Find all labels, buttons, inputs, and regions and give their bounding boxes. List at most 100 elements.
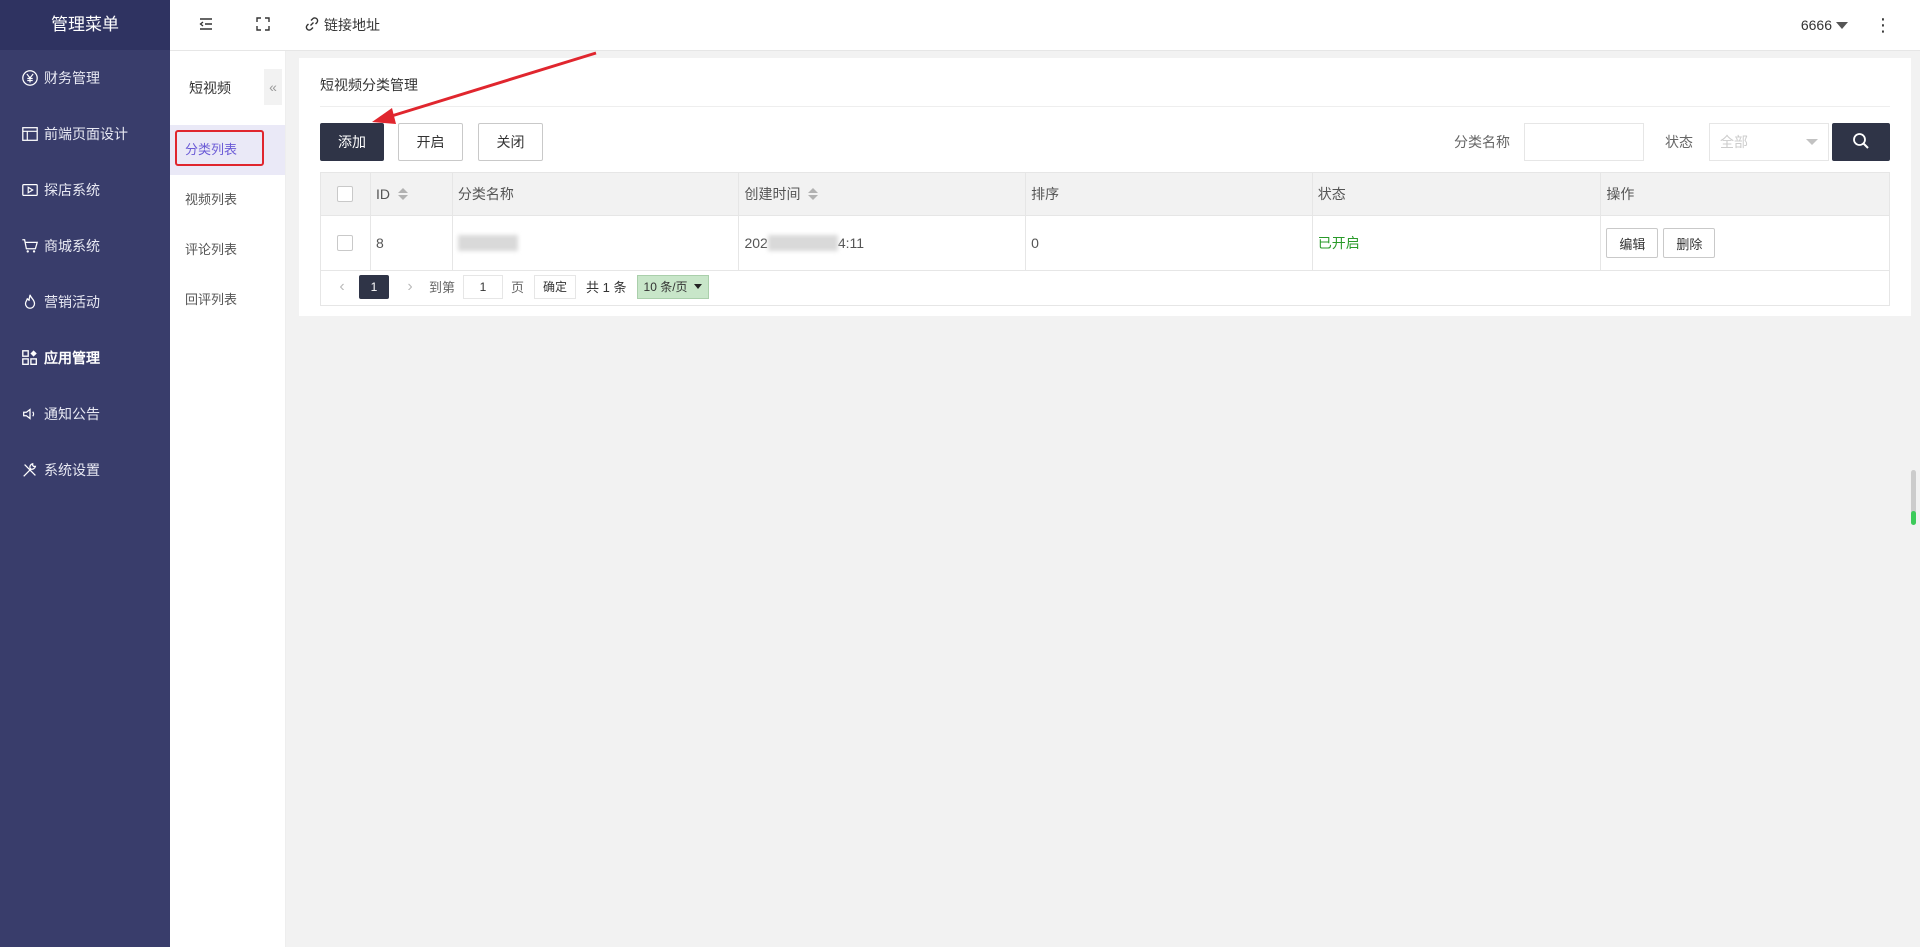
select-all-checkbox[interactable] <box>337 186 354 202</box>
main-sidebar: 管理菜单 财务管理 前端页面设计 探店系统 商城系统 营销活动 应用管理 通知公… <box>0 0 170 947</box>
user-menu[interactable]: 6666 <box>1801 17 1848 33</box>
subnav-item-category-list[interactable]: 分类列表 <box>170 125 285 175</box>
link-address-button[interactable]: 链接地址 <box>304 0 380 50</box>
status-select[interactable]: 全部 <box>1709 123 1829 161</box>
double-chevron-left-icon: « <box>269 79 277 95</box>
category-name-input[interactable] <box>1524 123 1644 161</box>
redacted-text <box>457 235 518 251</box>
cell-time-prefix: 202 <box>744 235 768 251</box>
page-label: 页 <box>511 280 525 295</box>
disable-button[interactable]: 关闭 <box>478 123 543 161</box>
sidebar-item-system-settings[interactable]: 系统设置 <box>0 442 170 498</box>
sidebar-title: 管理菜单 <box>0 0 170 50</box>
delete-button[interactable]: 删除 <box>1663 228 1716 258</box>
goto-confirm-button[interactable]: 确定 <box>534 274 577 299</box>
page-title: 短视频分类管理 <box>320 77 418 93</box>
row-checkbox[interactable] <box>337 235 354 251</box>
category-name-label: 分类名称 <box>1454 134 1510 150</box>
cell-time-suffix: 4:11 <box>837 235 865 251</box>
header-category-name: 分类名称 <box>453 173 740 215</box>
header-actions: 操作 <box>1601 173 1889 215</box>
more-vertical-icon: ⋮ <box>1874 15 1892 35</box>
enable-button[interactable]: 开启 <box>398 123 463 161</box>
sidebar-item-store-visit[interactable]: 探店系统 <box>0 162 170 218</box>
link-icon <box>304 16 320 35</box>
caret-down-icon <box>1836 21 1848 29</box>
goto-label: 到第 <box>429 280 456 295</box>
header-label: 创建时间 <box>744 186 801 202</box>
sidebar-item-label: 财务管理 <box>44 70 100 86</box>
sidebar-item-app-management[interactable]: 应用管理 <box>0 330 170 386</box>
cell-sort: 0 <box>1026 216 1313 270</box>
sidebar-item-finance[interactable]: 财务管理 <box>0 50 170 106</box>
header-status: 状态 <box>1313 173 1602 215</box>
pagination: ‹ 1 › 到第 1 页 确定 共 1 条 10 条/页 <box>320 268 1890 306</box>
header-checkbox-cell <box>321 173 371 215</box>
subnav-header: 短视频 « <box>170 51 285 125</box>
total-count: 共 1 条 <box>586 280 627 295</box>
goto-page-input[interactable]: 1 <box>463 274 504 299</box>
add-button[interactable]: 添加 <box>320 123 384 161</box>
sort-icon[interactable] <box>397 188 408 200</box>
header-label: 排序 <box>1031 186 1060 202</box>
main-card: 短视频分类管理 添加 开启 关闭 分类名称 状态 全部 ID 分类名称 创建时间 <box>299 58 1911 316</box>
status-select-value: 全部 <box>1720 134 1748 150</box>
prev-page-icon[interactable]: ‹ <box>331 278 353 296</box>
search-icon <box>1851 131 1871 154</box>
more-menu-button[interactable]: ⋮ <box>1874 16 1892 34</box>
sidebar-item-notice[interactable]: 通知公告 <box>0 386 170 442</box>
highlight-box <box>175 130 264 166</box>
header-label: 分类名称 <box>457 186 514 202</box>
chevron-down-icon <box>693 284 702 289</box>
collapse-subnav-button[interactable]: « <box>264 69 282 105</box>
divider <box>320 106 1890 107</box>
sidebar-item-label: 营销活动 <box>44 294 100 310</box>
subnav-item-video-list[interactable]: 视频列表 <box>170 175 285 225</box>
subnav-item-label: 视频列表 <box>185 192 238 207</box>
scrollbar-thumb[interactable] <box>1911 470 1916 525</box>
sidebar-item-label: 通知公告 <box>44 406 100 422</box>
next-page-icon[interactable]: › <box>399 278 421 296</box>
sidebar-item-label: 系统设置 <box>44 462 100 478</box>
sub-navigation: 短视频 « 分类列表 视频列表 评论列表 回评列表 <box>170 51 286 947</box>
header-sort: 排序 <box>1026 173 1313 215</box>
user-name: 6666 <box>1800 17 1832 33</box>
cell-category-name <box>453 216 740 270</box>
page-size-select[interactable]: 10 条/页 <box>636 274 709 299</box>
cell-id: 8 <box>371 216 453 270</box>
cell-actions: 编辑 删除 <box>1601 216 1889 270</box>
sidebar-item-label: 商城系统 <box>44 238 100 254</box>
tools-icon <box>20 460 40 480</box>
header-created-time[interactable]: 创建时间 <box>739 173 1027 215</box>
subnav-item-label: 回评列表 <box>185 292 238 307</box>
subnav-item-reply-list[interactable]: 回评列表 <box>170 275 285 325</box>
toggle-menu-button[interactable] <box>170 0 242 50</box>
table-row: 8 202 4:11 0 已开启 编辑 删除 <box>321 215 1889 270</box>
indent-icon <box>198 16 214 35</box>
row-checkbox-cell <box>321 216 371 270</box>
sidebar-item-mall[interactable]: 商城系统 <box>0 218 170 274</box>
search-button[interactable] <box>1832 123 1890 161</box>
subnav-item-comment-list[interactable]: 评论列表 <box>170 225 285 275</box>
apps-grid-icon <box>20 348 40 368</box>
sidebar-item-frontend-design[interactable]: 前端页面设计 <box>0 106 170 162</box>
video-play-icon <box>20 180 40 200</box>
yen-circle-icon <box>20 68 40 88</box>
chevron-down-icon <box>1806 139 1818 145</box>
header-label: ID <box>375 186 390 202</box>
table-header: ID 分类名称 创建时间 排序 状态 操作 <box>321 173 1889 215</box>
top-header: 链接地址 6666 ⋮ <box>170 0 1920 51</box>
layout-icon <box>20 124 40 144</box>
header-id[interactable]: ID <box>371 173 453 215</box>
page-size-value: 10 条/页 <box>643 279 688 294</box>
header-label: 操作 <box>1606 186 1635 202</box>
sidebar-item-label: 探店系统 <box>44 182 100 198</box>
sort-icon[interactable] <box>808 188 819 200</box>
speaker-icon <box>20 404 40 424</box>
fullscreen-button[interactable] <box>242 0 284 50</box>
cell-status: 已开启 <box>1313 216 1602 270</box>
sidebar-item-marketing[interactable]: 营销活动 <box>0 274 170 330</box>
current-page[interactable]: 1 <box>359 274 389 299</box>
subnav-title: 短视频 <box>189 80 231 96</box>
edit-button[interactable]: 编辑 <box>1606 228 1659 258</box>
